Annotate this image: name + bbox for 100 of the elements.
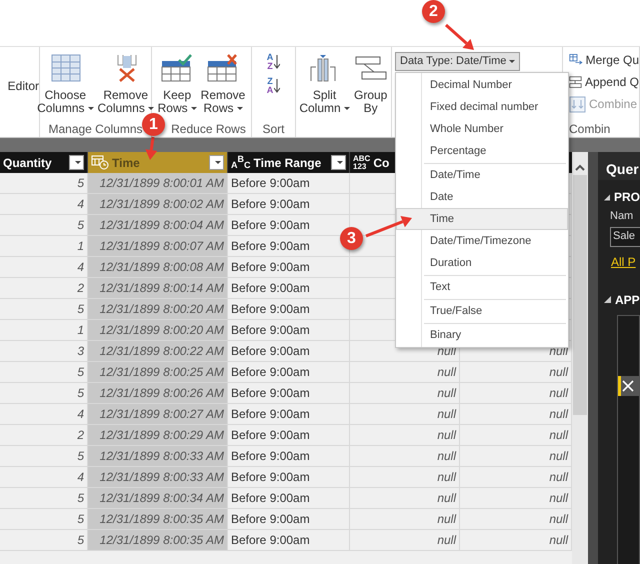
properties-link[interactable]: All P <box>611 252 640 270</box>
table-cell-text: 5 <box>77 364 84 381</box>
table-cell-text: 12/31/1899 8:00:26 AM <box>100 385 224 402</box>
remove-rows-button[interactable]: Remove Rows <box>200 53 246 123</box>
menu-item[interactable]: Date/Time/Timezone <box>396 230 568 252</box>
table-cell-text: null <box>549 511 568 528</box>
split-column-button[interactable]: Split Column <box>298 53 351 123</box>
caret-icon <box>337 161 343 164</box>
table-cell-text: 3 <box>77 343 84 360</box>
filter-button[interactable] <box>209 155 224 170</box>
table-cell-text: Before 9:00am <box>231 301 310 318</box>
group-by-button[interactable]: Group By <box>352 53 389 123</box>
scrollbar[interactable] <box>572 152 588 564</box>
table-cell-text: 1 <box>77 322 84 339</box>
table-cell-text: 12/31/1899 8:00:20 AM <box>100 301 224 318</box>
menu-item[interactable]: Duration <box>396 252 568 274</box>
step-item[interactable] <box>618 376 639 396</box>
sort-button[interactable]: Z A <box>264 77 282 95</box>
group-label: Manage Columns <box>48 123 143 136</box>
callout-arrow <box>145 136 158 160</box>
table-cell-text: Before 9:00am <box>231 175 310 192</box>
table-cell-text: Before 9:00am <box>231 448 310 465</box>
group-label: Sort <box>262 123 284 136</box>
scroll-thumb[interactable] <box>573 175 587 415</box>
table-cell-text: null <box>437 532 456 549</box>
table-cell-text: 12/31/1899 8:00:33 AM <box>100 448 224 465</box>
section-header[interactable]: APP <box>615 290 640 308</box>
table-cell-text: Before 9:00am <box>231 196 310 213</box>
table-cell-text: null <box>437 427 456 444</box>
menu-item[interactable]: Date/Time <box>396 164 568 186</box>
table-cell-text: null <box>549 448 568 465</box>
menu-item[interactable]: Time <box>396 208 568 230</box>
sort-button[interactable]: A Z <box>264 53 282 71</box>
table-cell-text: 5 <box>77 217 84 234</box>
table-cell-text: null <box>437 364 456 381</box>
table-cell-text: 12/31/1899 8:00:29 AM <box>100 427 224 444</box>
table-cell-text: null <box>549 385 568 402</box>
caret-icon <box>75 161 81 164</box>
menu-item[interactable]: Binary <box>396 324 568 346</box>
scroll-up-icon[interactable] <box>575 164 585 171</box>
table-check-icon <box>160 53 194 83</box>
table-cell-text: null <box>437 511 456 528</box>
data-type-dropdown[interactable]: Data Type: Date/Time <box>395 52 520 71</box>
menu-item[interactable]: Date <box>396 186 568 208</box>
group-label: Reduce Rows <box>171 123 246 136</box>
section-header[interactable]: PRO <box>614 188 640 206</box>
table-cell-text: 12/31/1899 8:00:33 AM <box>100 469 224 486</box>
callout-arrow <box>445 24 474 50</box>
table-cell-text: Before 9:00am <box>231 406 310 423</box>
table-cell-text: null <box>549 469 568 486</box>
table-cell-text: null <box>437 469 456 486</box>
filter-button[interactable] <box>331 155 346 170</box>
table-cell-text: 4 <box>77 469 84 486</box>
table-cell-text: 4 <box>77 196 84 213</box>
table-cell-text: Before 9:00am <box>231 511 310 528</box>
table-cell-text: 12/31/1899 8:00:34 AM <box>100 490 224 507</box>
caret-icon <box>509 60 516 63</box>
merge-button[interactable]: Merge Qu <box>569 51 639 69</box>
menu-item[interactable]: Text <box>396 276 568 298</box>
menu-item[interactable]: Decimal Number <box>396 74 568 96</box>
name-field[interactable]: Sale <box>610 226 640 246</box>
table-cell-text: 4 <box>77 259 84 276</box>
table-cross-icon <box>206 53 240 83</box>
table-cell-text: 12/31/1899 8:00:02 AM <box>100 196 224 213</box>
table-cell-text: 5 <box>77 532 84 549</box>
table-cell-text: null <box>437 448 456 465</box>
table-cell-text: 2 <box>77 280 84 297</box>
table-cell-text: 1 <box>77 238 84 255</box>
append-button[interactable]: Append Q <box>569 73 639 91</box>
group-label: Combin <box>569 123 610 136</box>
table-cell-text: Before 9:00am <box>231 385 310 402</box>
menu-item[interactable]: True/False <box>396 300 568 322</box>
table-cell-text: null <box>437 385 456 402</box>
table-cell-text: Before 9:00am <box>231 427 310 444</box>
table-cell-text: Before 9:00am <box>231 490 310 507</box>
combine-icon <box>569 96 586 112</box>
table-cell-text: null <box>549 364 568 381</box>
table-cell-text: 5 <box>77 175 84 192</box>
table-cell-text: 12/31/1899 8:00:25 AM <box>100 364 224 381</box>
collapse-triangle-icon[interactable] <box>604 296 611 303</box>
menu-item[interactable]: Fixed decimal number <box>396 96 568 118</box>
filter-button[interactable] <box>69 155 84 170</box>
table-cell-text: null <box>549 532 568 549</box>
menu-item[interactable]: Percentage <box>396 140 568 162</box>
table-cell-text: 5 <box>77 511 84 528</box>
collapse-triangle-icon[interactable] <box>604 194 610 200</box>
table-cell-text: 5 <box>77 301 84 318</box>
callout-arrow <box>365 216 412 238</box>
table-cell-text: 4 <box>77 406 84 423</box>
table-cell-text: 12/31/1899 8:00:14 AM <box>100 280 224 297</box>
table-cell-text: 12/31/1899 8:00:04 AM <box>100 217 224 234</box>
close-icon[interactable] <box>621 378 635 392</box>
any-type-icon: ABC 123 <box>353 154 370 170</box>
table-cell-text: 5 <box>77 490 84 507</box>
table-cell-text: Before 9:00am <box>231 280 310 297</box>
table-cell-text: 12/31/1899 8:00:08 AM <box>100 259 224 276</box>
column-header[interactable]: A B C Time Range <box>228 152 350 173</box>
table-cell-text: 12/31/1899 8:00:35 AM <box>100 532 224 549</box>
menu-item[interactable]: Whole Number <box>396 118 568 140</box>
table-cell-text: Before 9:00am <box>231 343 310 360</box>
